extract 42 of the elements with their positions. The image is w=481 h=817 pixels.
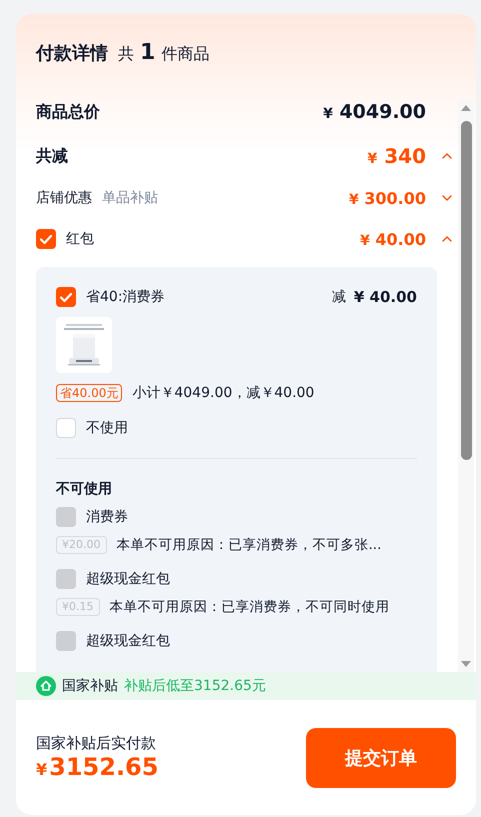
scrollbar-thumb[interactable] xyxy=(460,121,472,460)
payment-amount: ¥3152.65 xyxy=(36,753,160,781)
option-label: 不使用 xyxy=(86,419,128,437)
scroll-up-icon[interactable] xyxy=(460,104,472,112)
scroll-down-icon[interactable] xyxy=(460,660,472,668)
amount: ¥ 340 xyxy=(368,144,426,168)
chevron-up-icon[interactable] xyxy=(442,153,452,159)
coupon-name: 省40:消费券 xyxy=(86,288,165,306)
amount: ¥ 4049.00 xyxy=(323,101,426,123)
coupon-value: ¥20.00 xyxy=(56,536,106,554)
subsidy-text: 补贴后低至3152.65元 xyxy=(124,677,266,695)
reason-text: 本单不可用原因：已享消费券，不可多张... xyxy=(116,536,382,554)
item-count: 1 xyxy=(140,40,156,65)
row-label: 店铺优惠 xyxy=(36,189,92,207)
count-suffix: 件商品 xyxy=(161,44,210,65)
coupon-name: 超级现金红包 xyxy=(86,632,170,650)
subtotal-text: 小计￥4049.00，减￥40.00 xyxy=(132,384,314,402)
deduct-label: 减 xyxy=(332,288,346,306)
amount: ¥ 300.00 xyxy=(348,188,426,208)
payment-label: 国家补贴后实付款 xyxy=(36,734,157,753)
row-label: 商品总价 xyxy=(36,102,100,122)
coupon-name: 消费券 xyxy=(86,508,128,526)
row-label: 红包 xyxy=(66,230,94,248)
coupon-amount: ¥ 40.00 xyxy=(354,288,417,306)
checkbox[interactable] xyxy=(56,287,76,307)
coupon-name: 超级现金红包 xyxy=(86,570,170,588)
amount: ¥ 40.00 xyxy=(360,230,426,248)
checkbox[interactable] xyxy=(56,418,76,438)
row-tag: 单品补贴 xyxy=(102,189,158,207)
subsidy-label: 国家补贴 xyxy=(62,677,118,695)
saving-tag: 省40.00元 xyxy=(56,384,122,402)
checkbox[interactable] xyxy=(36,229,56,249)
panel-title: 付款详情 xyxy=(36,42,108,65)
row-label: 共减 xyxy=(36,146,68,166)
section-title: 不可使用 xyxy=(56,480,113,499)
scrollbar[interactable] xyxy=(458,100,474,672)
coupon-value: ¥0.15 xyxy=(56,598,100,616)
submit-order-button[interactable]: 提交订单 xyxy=(306,728,456,788)
count-prefix: 共 xyxy=(118,44,134,65)
reason-text: 本单不可用原因：已享消费券，不可同时使用 xyxy=(110,598,390,616)
chevron-down-icon[interactable] xyxy=(442,195,452,201)
chevron-up-icon[interactable] xyxy=(442,236,452,242)
